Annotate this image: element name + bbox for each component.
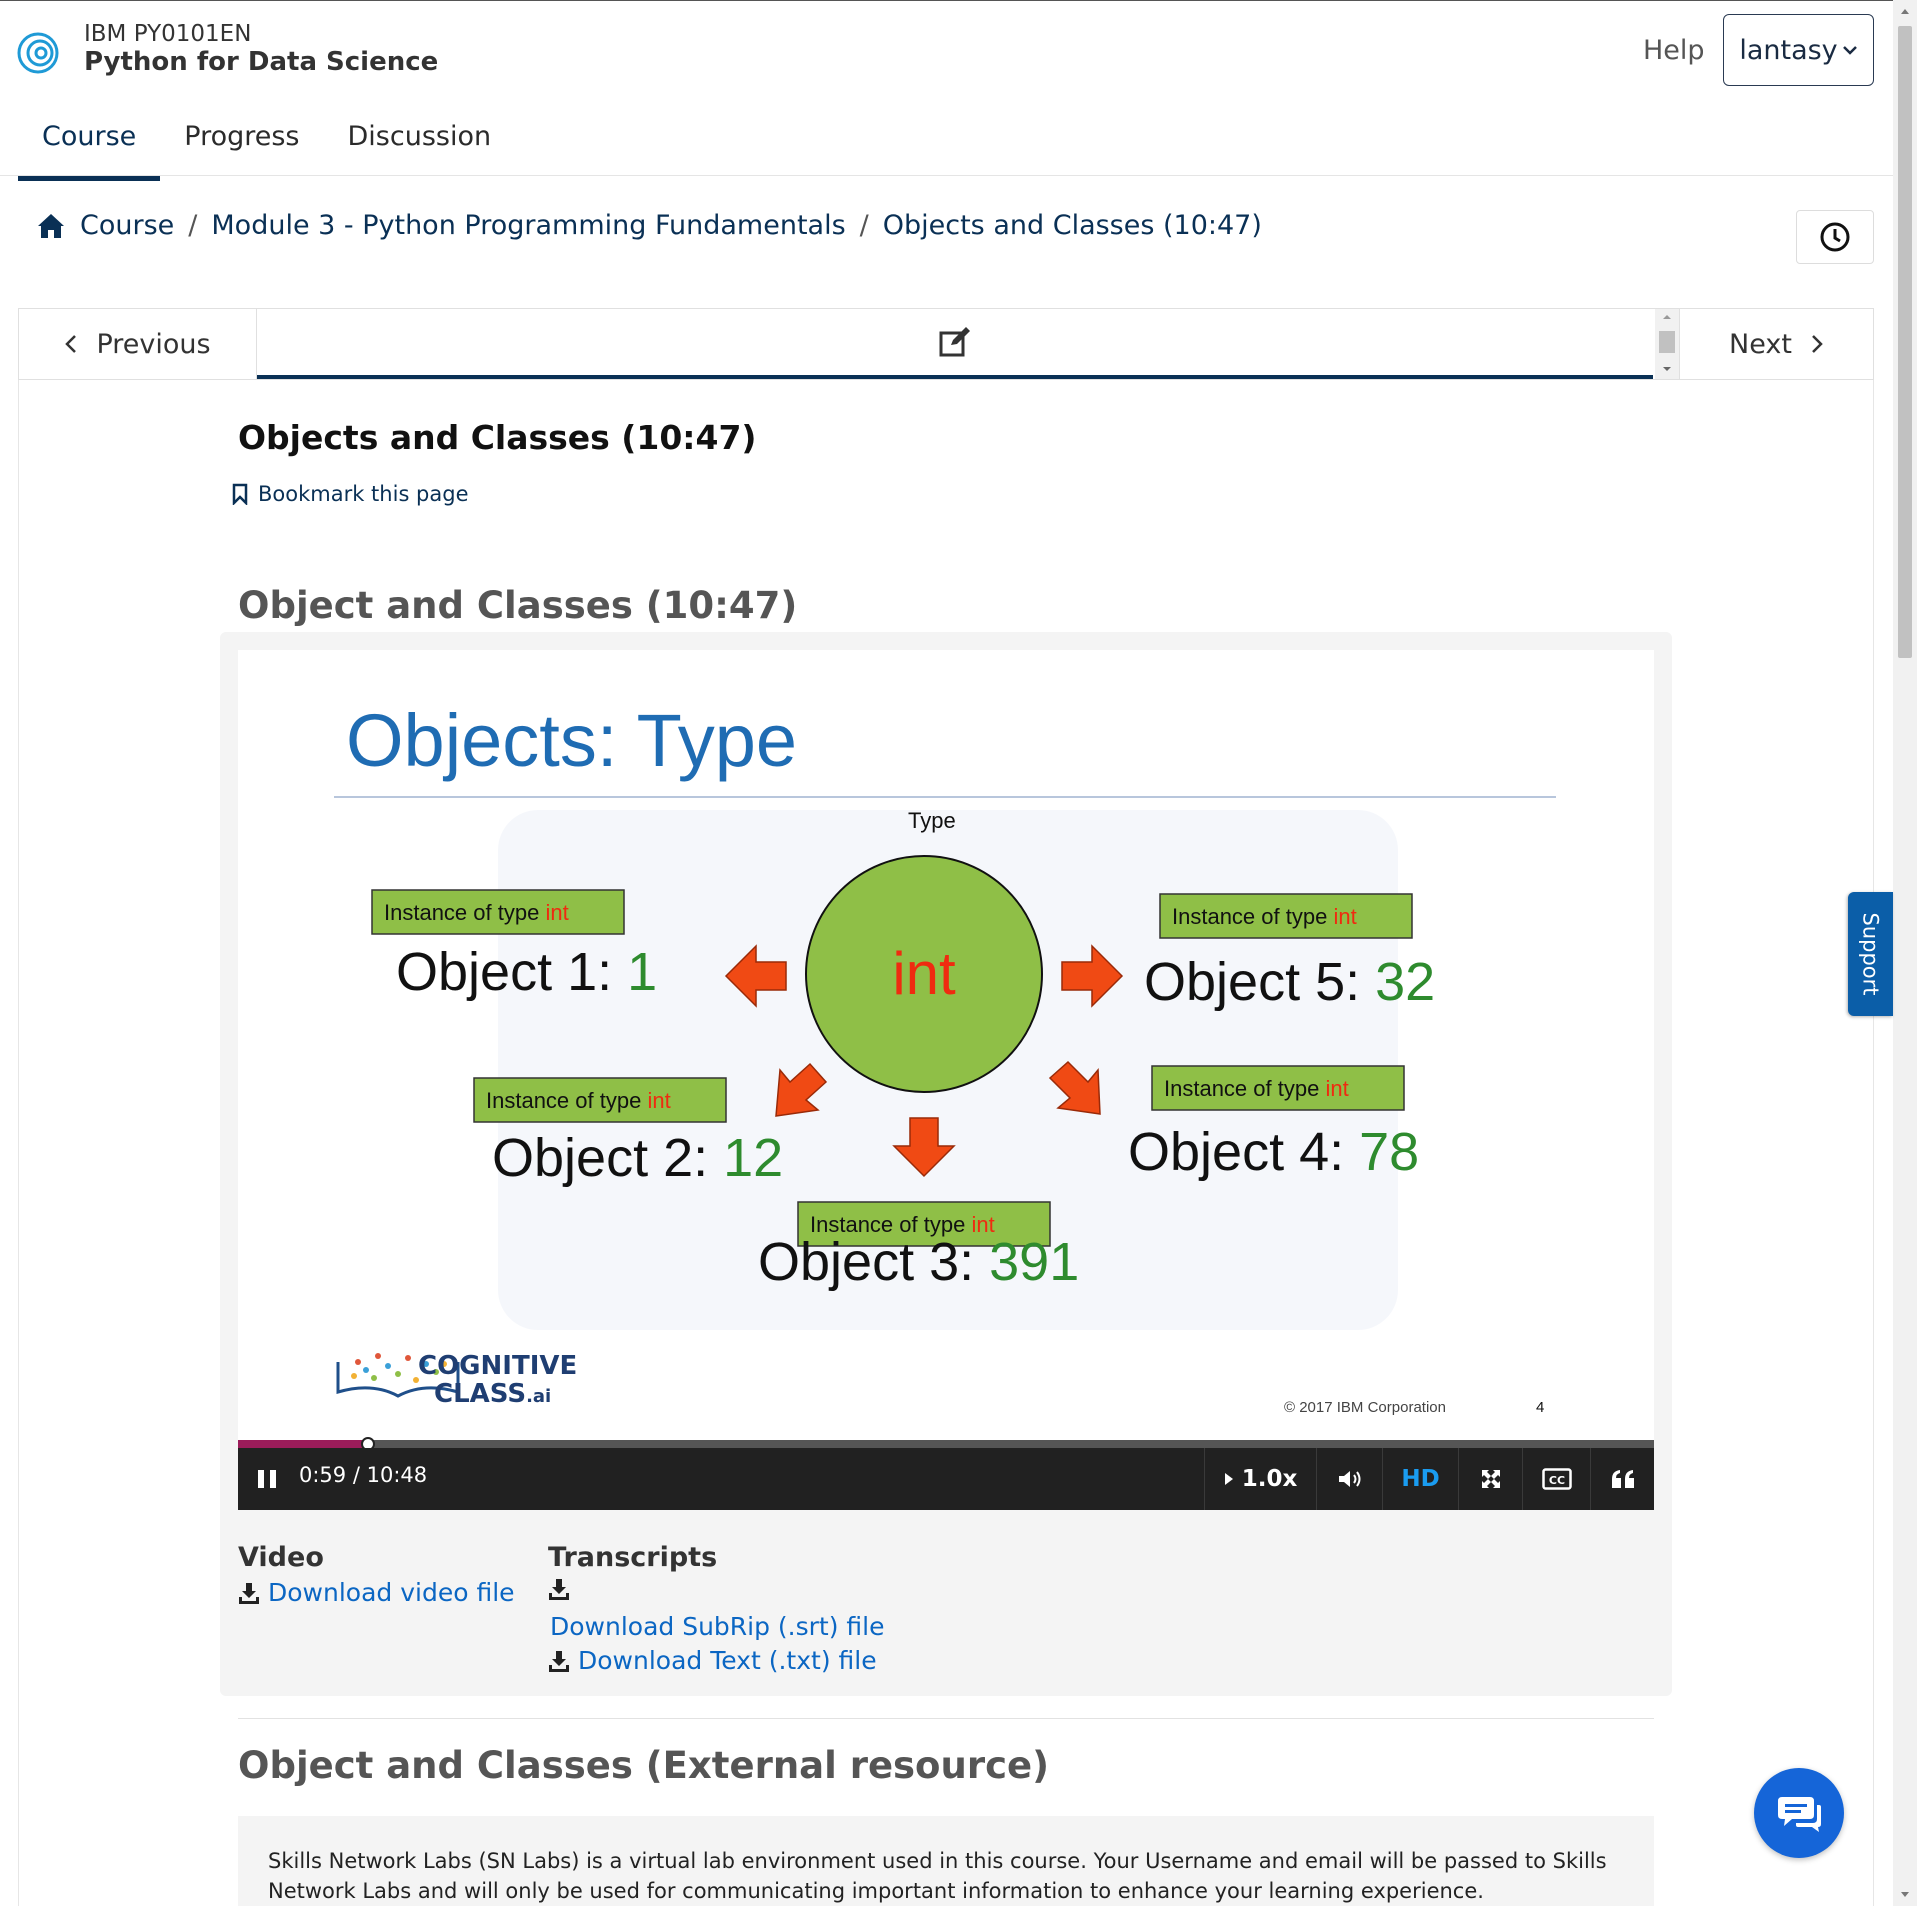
chevron-right-icon xyxy=(1812,335,1823,353)
previous-label: Previous xyxy=(96,328,211,360)
object-3: Object 3: 391 xyxy=(758,1232,1079,1292)
video-download-heading: Video xyxy=(238,1542,324,1573)
slide-number: 4 xyxy=(1536,1399,1544,1416)
next-button[interactable]: Next xyxy=(1679,309,1873,379)
object-1: Object 1: 1 xyxy=(396,942,657,1002)
bookmark-icon xyxy=(232,483,248,505)
edit-icon xyxy=(939,327,970,357)
site-header: IBM PY0101EN Python for Data Science Hel… xyxy=(0,0,1893,181)
slide-center-label: int xyxy=(892,940,956,1007)
object-4: Object 4: 78 xyxy=(1128,1122,1419,1182)
breadcrumb-module[interactable]: Module 3 - Python Programming Fundamenta… xyxy=(211,210,845,241)
video-heading: Object and Classes (10:47) xyxy=(238,584,798,627)
help-link[interactable]: Help xyxy=(1643,35,1705,66)
bookmark-button[interactable]: Bookmark this page xyxy=(232,482,469,506)
download-icon xyxy=(549,1579,569,1600)
fullscreen-icon xyxy=(1481,1470,1500,1488)
instance-label-1: Instance of type int xyxy=(384,900,569,925)
video-controls: 0:59 / 10:48 1.0x HD CC xyxy=(238,1448,1654,1510)
download-txt-label: Download Text (.txt) file xyxy=(578,1646,877,1675)
breadcrumb-separator: / xyxy=(859,210,869,241)
cc-icon: CC xyxy=(1541,1468,1572,1490)
support-tab[interactable]: Support xyxy=(1848,892,1893,1016)
slide-title: Objects: Type xyxy=(346,699,797,782)
page-scrollbar[interactable] xyxy=(1893,0,1917,1906)
clock-icon xyxy=(1820,222,1850,252)
sequence-scrollbar[interactable] xyxy=(1655,309,1679,379)
video-progress-fill xyxy=(238,1440,369,1448)
tab-course[interactable]: Course xyxy=(18,111,161,181)
sequence-navigation: Previous Next xyxy=(18,308,1874,380)
object-5: Object 5: 32 xyxy=(1144,952,1435,1012)
breadcrumb: Course / Module 3 - Python Programming F… xyxy=(36,210,1262,241)
breadcrumb-current[interactable]: Objects and Classes (10:47) xyxy=(883,210,1262,241)
history-button[interactable] xyxy=(1796,210,1874,264)
svg-text:CC: CC xyxy=(1548,1474,1564,1487)
hd-button[interactable]: HD xyxy=(1382,1448,1458,1510)
next-label: Next xyxy=(1729,328,1792,360)
transcripts-heading: Transcripts xyxy=(548,1542,718,1573)
download-video-label: Download video file xyxy=(268,1578,515,1607)
object-2: Object 2: 12 xyxy=(492,1128,783,1188)
video-player[interactable]: Objects: Type Type int Instance of type … xyxy=(238,650,1654,1440)
tab-discussion[interactable]: Discussion xyxy=(324,111,516,181)
page-scrollbar-thumb[interactable] xyxy=(1898,26,1912,658)
download-txt-link[interactable]: Download Text (.txt) file xyxy=(548,1646,877,1675)
tab-progress[interactable]: Progress xyxy=(160,111,323,181)
user-menu-button[interactable]: lantasy xyxy=(1723,14,1874,86)
course-name: Python for Data Science xyxy=(84,47,439,77)
section-divider xyxy=(238,1718,1654,1719)
video-progress-bar[interactable] xyxy=(238,1437,1654,1451)
volume-button[interactable] xyxy=(1316,1448,1382,1510)
external-resource-heading: Object and Classes (External resource) xyxy=(238,1744,1050,1787)
transcript-toggle-button[interactable] xyxy=(1590,1448,1654,1510)
unit-title: Objects and Classes (10:47) xyxy=(238,418,757,457)
chevron-down-icon xyxy=(1842,46,1857,55)
instance-label-2: Instance of type int xyxy=(486,1088,671,1113)
speed-label: 1.0x xyxy=(1241,1466,1298,1492)
course-code: IBM PY0101EN xyxy=(84,21,252,47)
instance-label-4: Instance of type int xyxy=(1164,1076,1349,1101)
speed-button[interactable]: 1.0x xyxy=(1204,1448,1316,1510)
home-icon[interactable] xyxy=(36,212,66,240)
duration: 10:48 xyxy=(366,1463,428,1487)
play-icon xyxy=(1224,1473,1233,1485)
download-icon xyxy=(549,1650,569,1672)
video-time: 0:59 / 10:48 xyxy=(299,1463,428,1487)
external-resource-text: Skills Network Labs (SN Labs) is a virtu… xyxy=(268,1849,1607,1903)
bookmark-label: Bookmark this page xyxy=(258,482,469,506)
download-srt-link[interactable]: Download SubRip (.srt) file xyxy=(550,1612,885,1641)
chat-icon xyxy=(1778,1797,1821,1832)
sequence-unit-tab[interactable] xyxy=(257,309,1653,379)
volume-icon xyxy=(1338,1471,1360,1487)
instance-label-5: Instance of type int xyxy=(1172,904,1357,929)
download-video-link[interactable]: Download video file xyxy=(238,1578,515,1607)
support-label: Support xyxy=(1858,912,1883,996)
fullscreen-button[interactable] xyxy=(1458,1448,1522,1510)
video-slide: Objects: Type Type int Instance of type … xyxy=(238,650,1654,1440)
download-icon xyxy=(239,1582,259,1604)
slide-copyright: © 2017 IBM Corporation xyxy=(1284,1399,1446,1416)
transcript-download-icon xyxy=(548,1578,570,1600)
chevron-left-icon xyxy=(65,335,77,353)
svg-text:COGNITIVE: COGNITIVE xyxy=(418,1351,577,1381)
breadcrumb-course[interactable]: Course xyxy=(80,210,174,241)
closed-captions-button[interactable]: CC xyxy=(1522,1448,1590,1510)
current-time: 0:59 xyxy=(299,1463,347,1487)
pause-button[interactable] xyxy=(258,1463,288,1495)
ibm-logo-icon[interactable] xyxy=(16,31,60,75)
chat-button[interactable] xyxy=(1754,1768,1844,1858)
download-srt-label: Download SubRip (.srt) file xyxy=(550,1612,885,1641)
external-resource-box: Skills Network Labs (SN Labs) is a virtu… xyxy=(238,1816,1654,1906)
course-tabs: Course Progress Discussion xyxy=(18,111,515,181)
slide-type-label: Type xyxy=(908,808,956,833)
breadcrumb-separator: / xyxy=(188,210,198,241)
quote-icon xyxy=(1611,1470,1634,1488)
previous-button[interactable]: Previous xyxy=(19,309,257,379)
pause-icon xyxy=(258,1470,264,1488)
username: lantasy xyxy=(1739,34,1838,66)
